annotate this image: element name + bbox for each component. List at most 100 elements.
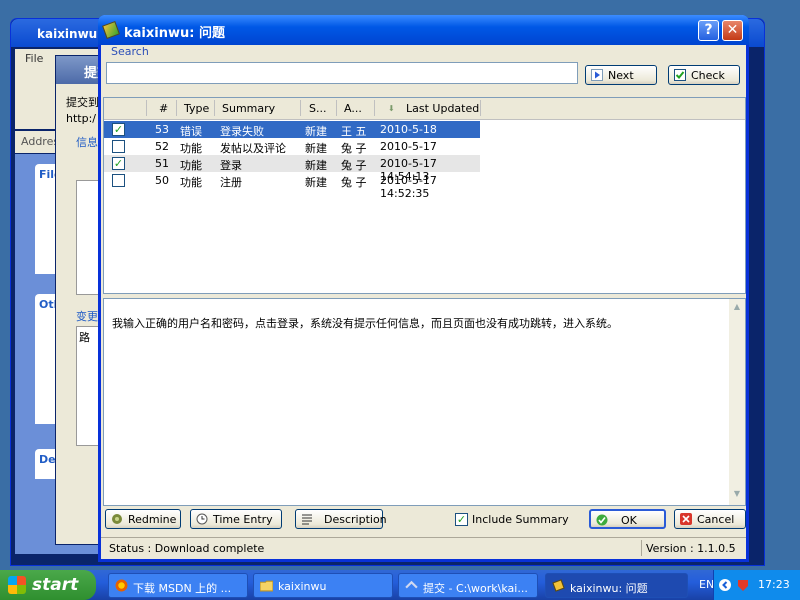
commit-url: http:/ bbox=[66, 112, 96, 125]
description-label: Description bbox=[324, 513, 387, 526]
issue-assignee: 王 五 bbox=[341, 125, 367, 138]
time-entry-button[interactable]: Time Entry bbox=[190, 509, 282, 529]
taskbar-item-explorer[interactable]: kaixinwu bbox=[253, 573, 393, 598]
taskbar-item-issues[interactable]: kaixinwu: 问题 bbox=[545, 573, 688, 598]
column-assignee[interactable]: A... bbox=[344, 102, 362, 115]
dialog-title: kaixinwu: 问题 bbox=[124, 26, 225, 41]
play-icon bbox=[591, 69, 603, 81]
folder-icon bbox=[260, 580, 273, 592]
issue-status: 新建 bbox=[305, 159, 327, 172]
taskbar-item-commit[interactable]: 提交 - C:\work\kai... bbox=[398, 573, 538, 598]
language-indicator[interactable]: EN bbox=[699, 578, 714, 591]
redmine-icon bbox=[112, 514, 122, 524]
issue-type: 错误 bbox=[180, 125, 202, 138]
app-task-icon bbox=[552, 579, 565, 592]
column-type[interactable]: Type bbox=[184, 102, 209, 115]
issue-checkbox[interactable]: ✓ bbox=[112, 157, 125, 170]
description-button[interactable]: Description bbox=[295, 509, 387, 529]
checkbox-icon bbox=[674, 69, 686, 81]
cancel-label: Cancel bbox=[697, 513, 735, 526]
issue-id: 50 bbox=[155, 174, 169, 187]
issue-id: 53 bbox=[155, 123, 169, 136]
issue-type: 功能 bbox=[180, 176, 202, 189]
issue-row[interactable]: ✓ 51 功能 登录 新建 兔 子 2010-5-17 14:54:13 bbox=[104, 155, 480, 183]
status-text: Status : Download complete bbox=[109, 542, 265, 555]
firefox-icon bbox=[115, 579, 128, 592]
task-label: kaixinwu bbox=[278, 580, 327, 593]
task-label: kaixinwu: 问题 bbox=[570, 582, 648, 595]
redmine-button[interactable]: Redmine bbox=[105, 509, 181, 529]
column-id[interactable]: # bbox=[159, 102, 168, 115]
issue-summary: 注册 bbox=[220, 176, 242, 189]
search-label: Search bbox=[111, 45, 149, 58]
issue-row[interactable]: 52 功能 发帖以及评论 新建 兔 子 2010-5-17 14:56:37 bbox=[104, 138, 480, 166]
issue-description[interactable]: 我输入正确的用户名和密码，点击登录，系统没有提示任何信息，而且页面也没有成功跳转… bbox=[103, 298, 746, 506]
ok-button[interactable]: OK bbox=[589, 509, 666, 529]
issue-checkbox[interactable] bbox=[112, 174, 125, 187]
issue-assignee: 兔 子 bbox=[341, 176, 367, 189]
sort-arrow-icon: ⬇ bbox=[388, 104, 395, 113]
task-label: 下载 MSDN 上的 ... bbox=[133, 582, 232, 595]
column-separator bbox=[336, 100, 337, 116]
search-input[interactable] bbox=[106, 62, 578, 84]
status-bar: Status : Download complete Version : 1.1… bbox=[101, 537, 746, 557]
arrow-left-icon[interactable] bbox=[718, 578, 732, 592]
issue-checkbox[interactable] bbox=[112, 140, 125, 153]
check-label: Check bbox=[691, 69, 725, 82]
scroll-down-icon[interactable]: ▼ bbox=[731, 489, 743, 501]
ok-check-icon bbox=[596, 514, 608, 526]
clock[interactable]: 17:23 bbox=[758, 578, 790, 591]
issue-assignee: 兔 子 bbox=[341, 159, 367, 172]
issue-status: 新建 bbox=[305, 176, 327, 189]
column-last-updated[interactable]: Last Updated bbox=[406, 102, 479, 115]
include-summary-label: Include Summary bbox=[472, 513, 569, 526]
check-button[interactable]: Check bbox=[668, 65, 740, 85]
issue-row[interactable]: ✓ 53 错误 登录失败 新建 王 五 2010-5-18 10:19:13 bbox=[104, 121, 480, 149]
shield-icon[interactable] bbox=[736, 578, 750, 592]
next-label: Next bbox=[608, 69, 634, 82]
issue-id: 52 bbox=[155, 140, 169, 153]
system-tray: 17:23 bbox=[713, 570, 800, 600]
redmine-label: Redmine bbox=[128, 513, 177, 526]
description-scrollbar[interactable]: ▲ ▼ bbox=[729, 299, 745, 505]
status-separator bbox=[641, 540, 642, 556]
version-text: Version : 1.1.0.5 bbox=[646, 542, 736, 555]
text-lines-icon bbox=[302, 514, 312, 525]
column-status[interactable]: S... bbox=[309, 102, 326, 115]
issue-list-header: # Type Summary S... A... ⬇ Last Updated bbox=[104, 98, 745, 120]
column-summary[interactable]: Summary bbox=[222, 102, 275, 115]
issue-status: 新建 bbox=[305, 142, 327, 155]
issue-summary: 登录失败 bbox=[220, 125, 264, 138]
issue-checkbox[interactable]: ✓ bbox=[112, 123, 125, 136]
issue-list[interactable]: # Type Summary S... A... ⬇ Last Updated … bbox=[103, 97, 746, 294]
column-separator bbox=[214, 100, 215, 116]
issue-summary: 登录 bbox=[220, 159, 242, 172]
issue-row[interactable]: 50 功能 注册 新建 兔 子 2010-5-17 14:52:35 bbox=[104, 172, 480, 200]
next-button[interactable]: Next bbox=[585, 65, 657, 85]
windows-logo-icon bbox=[8, 576, 26, 594]
column-separator bbox=[146, 100, 147, 116]
commit-message-group: 信息 bbox=[76, 136, 98, 149]
dialog-title-bar[interactable]: kaixinwu: 问题 ? ✕ bbox=[98, 15, 749, 45]
commit-changes-group: 变更 bbox=[76, 310, 98, 323]
column-separator bbox=[300, 100, 301, 116]
time-entry-label: Time Entry bbox=[213, 513, 273, 526]
column-separator bbox=[176, 100, 177, 116]
task-label: 提交 - C:\work\kai... bbox=[423, 582, 528, 595]
cancel-button[interactable]: Cancel bbox=[674, 509, 746, 529]
taskbar-item-browser[interactable]: 下载 MSDN 上的 ... bbox=[108, 573, 248, 598]
commit-label-submit: 提交到 bbox=[66, 96, 99, 109]
include-summary-check[interactable]: ✓ bbox=[455, 513, 468, 526]
issue-type: 功能 bbox=[180, 142, 202, 155]
issue-updated: 2010-5-17 14:52:35 bbox=[380, 174, 437, 200]
start-label: start bbox=[32, 575, 79, 595]
column-separator bbox=[480, 100, 481, 116]
commit-icon bbox=[405, 580, 418, 589]
help-button[interactable]: ? bbox=[698, 20, 719, 41]
close-button[interactable]: ✕ bbox=[722, 20, 743, 41]
clock-icon bbox=[196, 513, 208, 525]
app-icon bbox=[102, 21, 120, 39]
issues-dialog: kaixinwu: 问题 ? ✕ Search Next Check # Typ… bbox=[98, 15, 749, 562]
start-button[interactable]: start bbox=[0, 570, 96, 600]
scroll-up-icon[interactable]: ▲ bbox=[731, 302, 743, 314]
